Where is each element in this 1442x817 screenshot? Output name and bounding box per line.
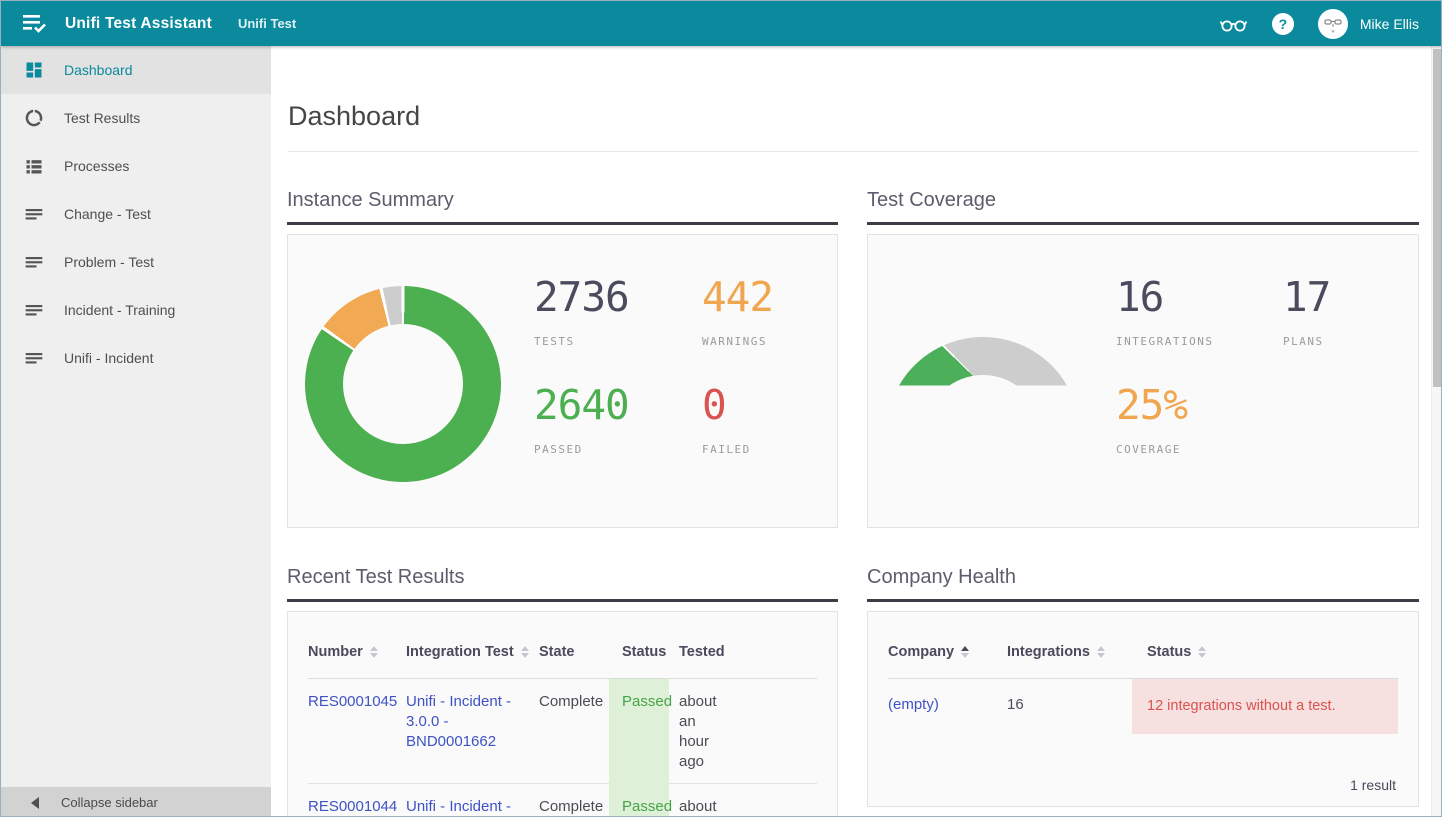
top-header: Unifi Test Assistant Unifi Test ?: [1, 1, 1442, 46]
app-window: Unifi Test Assistant Unifi Test ?: [0, 0, 1442, 817]
column-header-integration-test[interactable]: Integration Test: [406, 644, 539, 660]
table-row: RES0001045 Unifi - Incident - 3.0.0 - BN…: [308, 679, 817, 784]
column-header-integrations[interactable]: Integrations: [1007, 644, 1132, 660]
test-coverage-gauge: [886, 337, 1080, 434]
app-subtitle: Unifi Test: [238, 16, 296, 31]
sidebar-item-label: Dashboard: [64, 62, 133, 78]
sidebar-item-label: Change - Test: [64, 206, 151, 222]
donut-chart-icon: [24, 108, 44, 128]
lines-icon: [24, 348, 44, 368]
column-header-number[interactable]: Number: [308, 644, 406, 660]
column-header-company[interactable]: Company: [888, 644, 1007, 660]
scrollbar-thumb[interactable]: [1433, 49, 1441, 387]
test-coverage-card: 16 INTEGRATIONS 17 PLANS 25% COVERAGE: [867, 234, 1419, 528]
page-title: Dashboard: [288, 101, 420, 132]
column-header-tested[interactable]: Tested: [669, 644, 729, 660]
column-header-state[interactable]: State: [539, 644, 609, 660]
table-header-row: Number Integration Test State Status Tes…: [308, 612, 817, 679]
app-menu-icon[interactable]: [23, 13, 49, 35]
company-link[interactable]: (empty): [888, 696, 939, 713]
section-title: Test Coverage: [867, 189, 1419, 212]
vertical-scrollbar: [1431, 46, 1441, 817]
integration-test-link[interactable]: Unifi - Incident - 3.0.0 - BND0001662: [406, 693, 511, 750]
sidebar-item-test-results[interactable]: Test Results: [1, 94, 271, 142]
section-title: Instance Summary: [287, 189, 838, 212]
collapse-sidebar-button[interactable]: Collapse sidebar: [1, 787, 271, 817]
collapse-sidebar-label: Collapse sidebar: [61, 795, 158, 810]
health-status-cell: 12 integrations without a test.: [1132, 679, 1398, 734]
sidebar-item-change-test[interactable]: Change - Test: [1, 190, 271, 238]
table-row: RES0001044 Unifi - Incident - Complete P…: [308, 784, 817, 817]
state-cell: Complete: [539, 679, 609, 784]
section-title: Recent Test Results: [287, 566, 838, 589]
recent-test-results-card: Number Integration Test State Status Tes…: [287, 611, 838, 817]
sidebar-item-label: Incident - Training: [64, 302, 175, 318]
sidebar-item-dashboard[interactable]: Dashboard: [1, 46, 271, 94]
stat-failed: 0 FAILED: [702, 383, 751, 456]
dashboard-icon: [24, 60, 44, 80]
instance-summary-donut: [305, 286, 501, 482]
company-health-card: Company Integrations Status (empty) 16: [867, 611, 1419, 807]
column-header-status[interactable]: Status: [1132, 644, 1398, 660]
column-header-status[interactable]: Status: [609, 644, 669, 660]
sidebar-item-processes[interactable]: Processes: [1, 142, 271, 190]
stat-coverage: 25% COVERAGE: [1116, 383, 1187, 456]
lines-icon: [24, 300, 44, 320]
sort-icon: [370, 646, 378, 658]
integration-test-link[interactable]: Unifi - Incident -: [406, 798, 511, 815]
instance-summary-card: 2736 TESTS 442 WARNINGS 2640 PASSED 0 FA…: [287, 234, 838, 528]
stat-integrations: 16 INTEGRATIONS: [1116, 275, 1213, 348]
user-name: Mike Ellis: [1360, 16, 1419, 32]
state-cell: Complete: [539, 784, 609, 817]
help-icon[interactable]: ?: [1272, 13, 1294, 35]
sidebar-item-problem-test[interactable]: Problem - Test: [1, 238, 271, 286]
sort-icon: [521, 646, 529, 658]
sidebar-item-unifi-incident[interactable]: Unifi - Incident: [1, 334, 271, 382]
status-cell: Passed: [609, 679, 669, 784]
collapse-arrow-icon: [31, 797, 39, 809]
sort-icon: [1198, 646, 1206, 658]
result-number-link[interactable]: RES0001045: [308, 693, 397, 710]
page-divider: [288, 151, 1419, 152]
sort-icon: [1097, 646, 1105, 658]
table-row: (empty) 16 12 integrations without a tes…: [888, 679, 1398, 734]
lines-icon: [24, 252, 44, 272]
tested-cell: about an hour ago: [669, 679, 729, 784]
stat-warnings: 442 WARNINGS: [702, 275, 773, 348]
sidebar-item-label: Test Results: [64, 110, 140, 126]
integrations-cell: 16: [1007, 679, 1132, 734]
sidebar-item-label: Processes: [64, 158, 129, 174]
tested-cell: about: [669, 784, 729, 817]
table-header-row: Company Integrations Status: [888, 612, 1398, 679]
stat-plans: 17 PLANS: [1283, 275, 1330, 348]
section-title: Company Health: [867, 566, 1419, 589]
avatar[interactable]: [1318, 9, 1348, 39]
result-count: 1 result: [1350, 777, 1396, 793]
result-number-link[interactable]: RES0001044: [308, 798, 397, 815]
lines-icon: [24, 204, 44, 224]
sort-icon-ascending: [961, 646, 969, 658]
glasses-icon[interactable]: [1219, 12, 1248, 36]
sidebar: Dashboard Test Results Processes: [1, 46, 271, 817]
list-icon: [24, 156, 44, 176]
main-content: Dashboard Instance Summary 2736 TESTS 44…: [271, 46, 1433, 817]
sidebar-item-label: Problem - Test: [64, 254, 154, 270]
stat-tests: 2736 TESTS: [534, 275, 629, 348]
sidebar-item-incident-training[interactable]: Incident - Training: [1, 286, 271, 334]
sidebar-item-label: Unifi - Incident: [64, 350, 153, 366]
stat-passed: 2640 PASSED: [534, 383, 629, 456]
app-title: Unifi Test Assistant: [65, 15, 212, 33]
status-cell: Passed: [609, 784, 669, 817]
